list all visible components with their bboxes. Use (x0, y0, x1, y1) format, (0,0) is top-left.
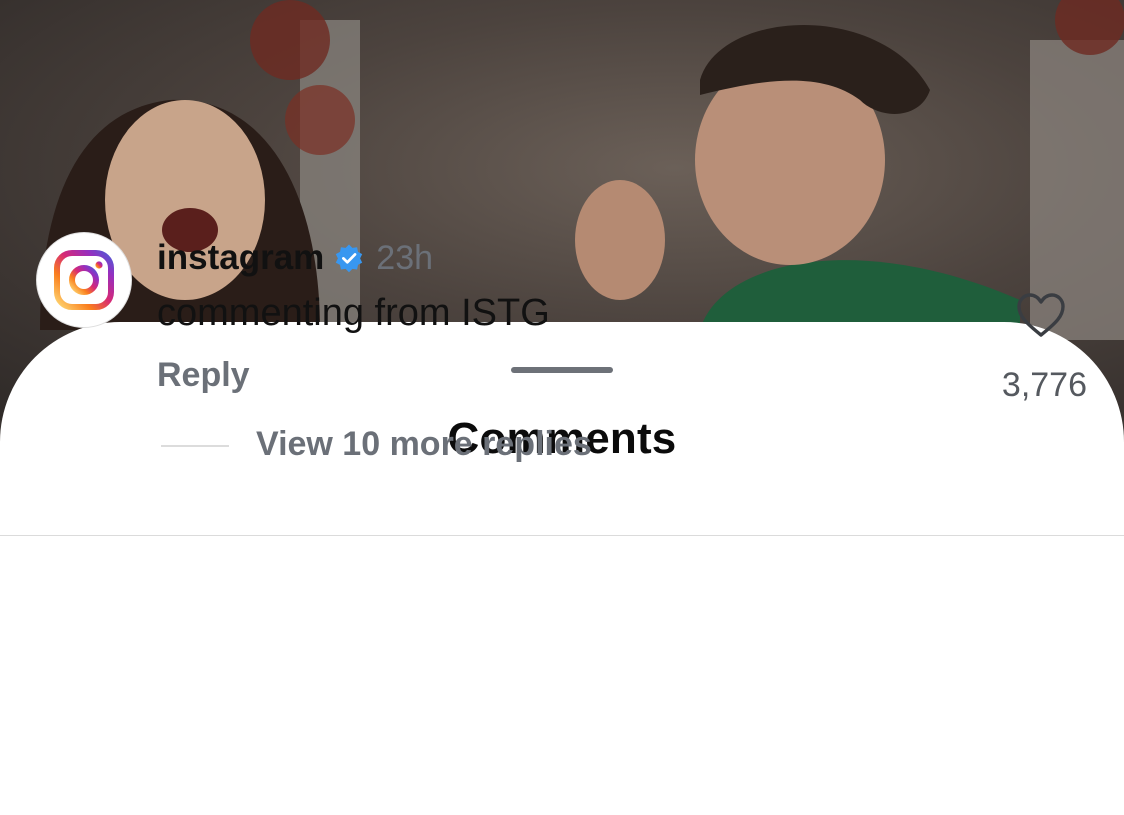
reply-button[interactable]: Reply (157, 356, 250, 395)
avatar[interactable] (36, 232, 132, 328)
view-more-replies-button[interactable]: View 10 more replies (256, 425, 592, 464)
comment-username[interactable]: instagram (157, 238, 324, 278)
replies-indent-line (161, 445, 229, 447)
comment-text: commenting from ISTG (157, 292, 550, 334)
verified-badge-icon (336, 244, 363, 273)
sheet-drag-handle[interactable] (511, 367, 613, 373)
instagram-logo-icon (54, 250, 114, 310)
header-divider (0, 535, 1124, 536)
comments-sheet: Comments (0, 322, 1124, 815)
like-count: 3,776 (1001, 366, 1087, 404)
comment-timestamp: 23h (376, 238, 434, 277)
comment-header: instagram 23h (157, 236, 433, 280)
heart-icon[interactable] (1016, 292, 1066, 338)
